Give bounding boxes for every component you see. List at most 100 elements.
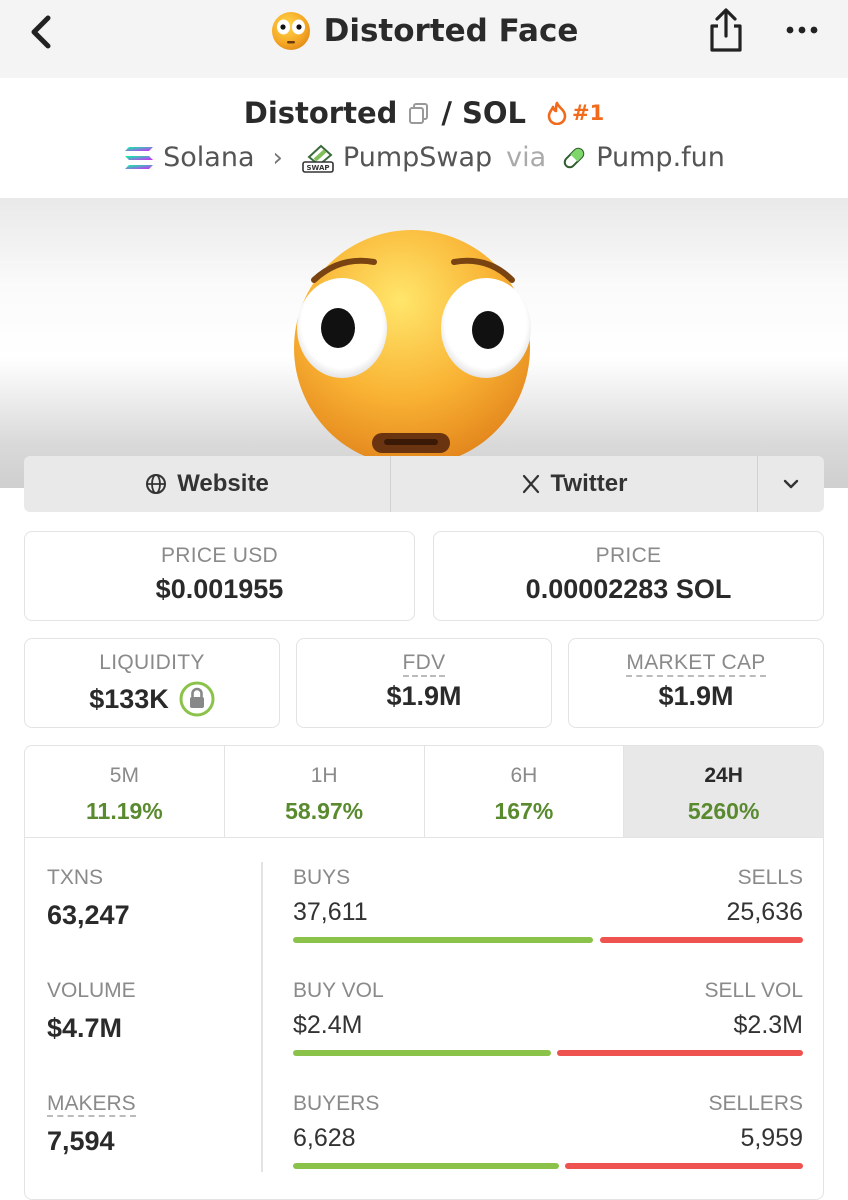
buys-bar [293,937,594,943]
more-horizontal-icon [786,26,818,34]
makers-label: MAKERS [47,1092,136,1117]
buy-vol-value: $2.4M [293,1011,363,1039]
dex-link[interactable]: PumpSwap [343,142,492,173]
price-usd-value: $0.001955 [155,574,284,604]
buys-sells-ratio-bar [293,937,803,943]
sell-vol-value: $2.3M [733,1011,803,1039]
price-usd-label: PRICE USD [160,544,279,567]
twitter-label: Twitter [550,470,628,497]
chain-breadcrumb: Solana › SWAP PumpSwap via Pump.fun [0,142,848,173]
tab-24h-change: 5260% [687,798,760,824]
market-cap-value: $1.9M [658,681,734,711]
txns-metric: TXNS 63,247 [47,866,130,931]
buy-vol-label: BUY VOL [293,979,384,1002]
liquidity-label: LIQUIDITY [99,651,205,674]
pair-title: Distorted / SOL #1 [0,96,848,130]
tab-1h-label: 1H [310,764,338,787]
twitter-button[interactable]: Twitter [391,456,758,512]
tab-1h-change: 58.97% [285,798,364,824]
sell-vol-label: SELL VOL [704,979,803,1002]
top-nav-bar: Distorted Face [0,0,848,78]
price-usd-card: PRICE USD $0.001955 [24,531,415,621]
chevron-right-icon: › [272,142,283,173]
more-links-dropdown[interactable] [758,456,824,512]
sells-value: 25,636 [726,898,803,926]
tab-6h-label: 6H [510,764,538,787]
tab-6h[interactable]: 6H 167% [425,746,625,837]
sell-vol-bar [556,1050,803,1056]
buyers-value: 6,628 [293,1124,356,1152]
buyers-label: BUYERS [293,1092,380,1115]
flame-icon [547,101,567,125]
distorted-face-emoji-icon [271,12,310,50]
lock-icon[interactable] [179,681,215,717]
metrics-section: TXNS 63,247 VOLUME $4.7M MAKERS 7,594 BU… [25,838,823,1198]
copy-icon[interactable] [407,101,431,125]
via-label: via [506,142,547,173]
makers-ratio-bar [293,1163,803,1169]
buy-sell-volume-metric: BUY VOL SELL VOL $2.4M $2.3M [293,979,803,1056]
distorted-face-token-image [294,230,531,466]
tab-1h[interactable]: 1H 58.97% [225,746,425,837]
pair-separator: / [441,96,452,130]
fdv-card[interactable]: FDV $1.9M [296,638,552,728]
tab-24h[interactable]: 24H 5260% [624,746,823,837]
buys-value: 37,611 [293,898,368,926]
quote-token-symbol: SOL [462,96,527,130]
trending-rank-badge[interactable]: #1 [546,101,604,125]
launchpad-link[interactable]: Pump.fun [596,142,725,173]
tab-6h-change: 167% [494,798,554,824]
more-options-button[interactable] [780,14,824,44]
pair-header: Distorted / SOL #1 Solana › SWAP PumpSwa… [0,78,848,198]
buys-label: BUYS [293,866,351,889]
volume-ratio-bar [293,1050,803,1056]
timeframe-tabs: 5M 11.19% 1H 58.97% 6H 167% 24H 5260% [25,746,823,838]
social-links-bar: Website Twitter [24,456,824,512]
buyers-bar [293,1163,559,1169]
chain-link[interactable]: Solana [163,142,254,173]
buys-sells-metric: BUYS SELLS 37,611 25,636 [293,866,803,943]
makers-metric[interactable]: MAKERS 7,594 [47,1092,136,1157]
solana-logo-icon [125,146,154,169]
price-native-label: PRICE [595,544,662,567]
volume-label: VOLUME [47,979,136,1002]
liquidity-card: LIQUIDITY $133K [24,638,280,728]
fdv-value: $1.9M [386,681,462,711]
globe-icon [146,474,167,494]
sells-label: SELLS [737,866,803,889]
tab-24h-label: 24H [704,764,743,787]
buyers-sellers-metric: BUYERS SELLERS 6,628 5,959 [293,1092,803,1169]
price-native-value: 0.00002283 SOL [525,574,732,604]
volume-value: $4.7M [47,1013,123,1043]
fdv-label: FDV [402,651,446,677]
tab-5m[interactable]: 5M 11.19% [25,746,225,837]
sellers-bar [564,1163,803,1169]
market-cap-label: MARKET CAP [626,651,766,677]
share-button[interactable] [704,6,748,54]
price-native-card: PRICE 0.00002283 SOL [433,531,824,621]
tab-5m-label: 5M [109,764,139,787]
website-button[interactable]: Website [24,456,391,512]
chevron-down-icon [783,479,799,489]
x-logo-icon [522,474,539,494]
website-label: Website [177,470,269,497]
makers-value: 7,594 [47,1126,115,1156]
volume-metric: VOLUME $4.7M [47,979,136,1044]
token-banner [0,198,848,488]
pill-icon [563,147,585,168]
share-icon [710,8,742,52]
base-token-symbol: Distorted [243,96,398,130]
sellers-value: 5,959 [740,1124,803,1152]
liquidity-value: $133K [89,683,169,714]
sellers-label: SELLERS [708,1092,803,1115]
tab-5m-change: 11.19% [86,798,163,824]
nav-title-text: Distorted Face [323,13,579,49]
metrics-divider [261,862,263,1172]
trending-rank-text: #1 [572,101,605,125]
sells-bar [599,937,803,943]
market-cap-card[interactable]: MARKET CAP $1.9M [568,638,824,728]
pumpswap-logo-icon: SWAP [302,144,334,173]
trading-stats-panel: 5M 11.19% 1H 58.97% 6H 167% 24H 5260% TX… [24,745,824,1200]
txns-value: 63,247 [47,900,130,930]
buy-vol-bar [293,1050,551,1056]
